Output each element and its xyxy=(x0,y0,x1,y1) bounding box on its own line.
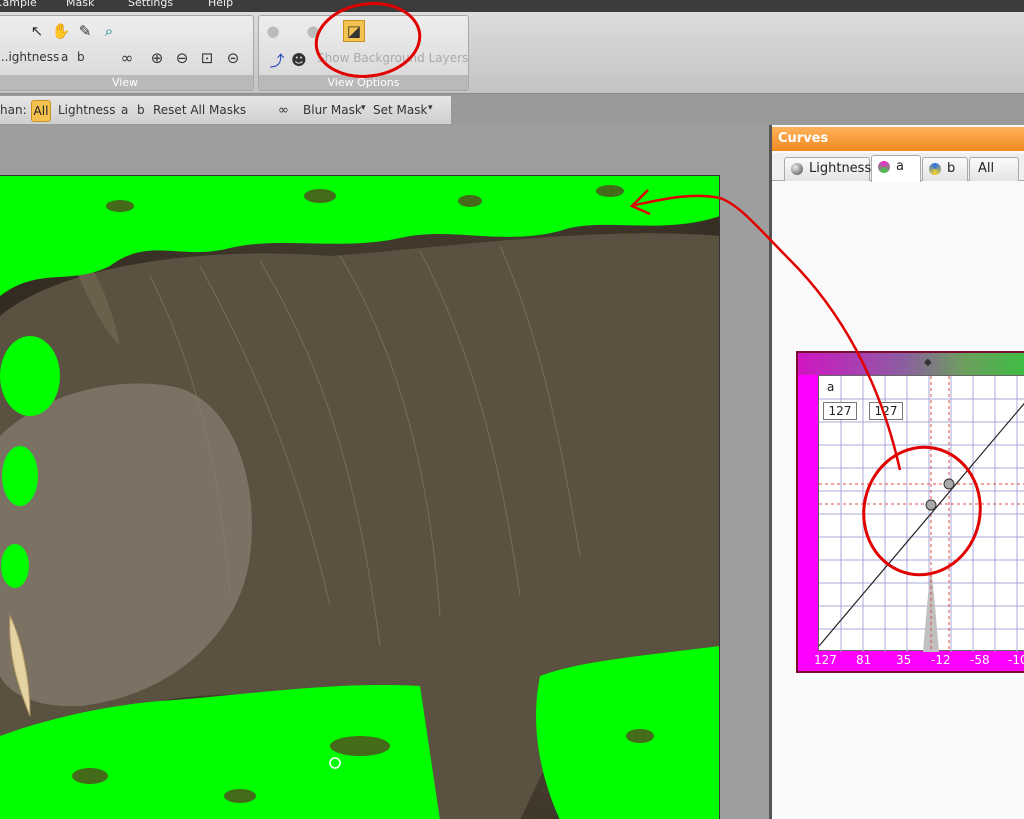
histogram xyxy=(923,566,939,652)
zoom-out-icon[interactable]: ⊖ xyxy=(172,48,192,68)
menu-item-help[interactable]: Help xyxy=(208,0,233,9)
channel-all-button[interactable]: All xyxy=(31,100,51,122)
show-background-layers-button[interactable]: Show Background Layers xyxy=(317,51,468,65)
circle-option-2-icon[interactable]: ● xyxy=(303,21,323,41)
curve-view-icon[interactable]: ◪ xyxy=(343,20,365,42)
eyedropper-icon[interactable]: ✎ xyxy=(75,21,95,41)
curves-widget[interactable]: ◆ a 127 127 127 81 35 -12 -58 -10 xyxy=(796,351,1024,673)
a-channel-icon xyxy=(878,161,890,173)
tab-lightness-label: Lightness xyxy=(809,161,872,176)
view-a-label[interactable]: a xyxy=(61,50,68,64)
mask-toolbar: han: All Lightness a b Reset All Masks ∞… xyxy=(0,95,452,125)
axis-tick: -58 xyxy=(970,653,990,667)
curves-panel: Curves Lightness a b All ◆ a 127 127 127… xyxy=(769,125,1024,819)
blur-mask-icon: ∞ xyxy=(278,103,289,118)
output-value-field[interactable]: 127 xyxy=(869,402,903,420)
channel-a-button[interactable]: a xyxy=(121,103,128,117)
curve-point-upper[interactable] xyxy=(943,478,955,490)
axis-tick: 35 xyxy=(896,653,912,667)
image-canvas[interactable] xyxy=(0,175,720,819)
menu-item-mask[interactable]: Mask xyxy=(66,0,94,9)
ribbon: ↖ ✋ ✎ ⌕ ...ightness a b ∞ ⊕ ⊖ ⊡ ⊝ View ●… xyxy=(0,12,1024,94)
hand-icon[interactable]: ✋ xyxy=(51,21,71,41)
menu-item-sample[interactable]: ...ample xyxy=(0,0,37,9)
reset-all-masks-button[interactable]: Reset All Masks xyxy=(153,103,246,117)
curve-line[interactable] xyxy=(819,386,1024,647)
axis-tick: 127 xyxy=(814,653,837,667)
menu-item-settings[interactable]: Settings xyxy=(128,0,173,9)
b-channel-icon xyxy=(929,163,941,175)
channel-gradient-bar xyxy=(798,353,1024,375)
curve-channel-label: a xyxy=(827,380,835,394)
view-b-label[interactable]: b xyxy=(77,50,85,64)
tab-a[interactable]: a xyxy=(871,155,921,182)
axis-tick: 81 xyxy=(856,653,872,667)
tab-all[interactable]: All xyxy=(969,157,1019,181)
set-mask-chevron-icon[interactable]: ▾ xyxy=(428,103,433,113)
channel-b-button[interactable]: b xyxy=(137,103,145,117)
axis-tick: -12 xyxy=(931,653,951,667)
undo-arrow-icon[interactable]: ⤴ xyxy=(267,50,287,70)
view-group: ↖ ✋ ✎ ⌕ ...ightness a b ∞ ⊕ ⊖ ⊡ ⊝ View xyxy=(0,15,254,91)
masked-photo xyxy=(0,176,719,819)
menu-bar: ...ample Mask Settings Help xyxy=(0,0,1024,12)
tab-all-label: All xyxy=(978,161,995,176)
axis-tick: -105 xyxy=(1008,653,1024,667)
tab-lightness[interactable]: Lightness xyxy=(784,157,872,181)
magnifier-icon[interactable]: ⌕ xyxy=(99,21,119,41)
circle-option-icon[interactable]: ● xyxy=(263,21,283,41)
view-lightness-label[interactable]: ...ightness xyxy=(0,50,59,64)
tab-b-label: b xyxy=(947,161,956,176)
blur-mask-dropdown[interactable]: Blur Mask xyxy=(303,103,362,117)
gradient-slider-icon[interactable]: ◆ xyxy=(924,357,932,368)
tab-b[interactable]: b xyxy=(922,157,968,181)
zoom-in-icon[interactable]: ⊕ xyxy=(147,48,167,68)
mask-toggle-icon[interactable]: ∞ xyxy=(117,48,137,68)
zoom-actual-icon[interactable]: ⊝ xyxy=(223,48,243,68)
input-value-field[interactable]: 127 xyxy=(823,402,857,420)
mask-icon[interactable]: ☻ xyxy=(289,50,309,70)
panel-title: Curves xyxy=(772,127,1024,151)
blur-mask-chevron-icon[interactable]: ▾ xyxy=(361,103,366,113)
view-options-group-label: View Options xyxy=(259,75,468,90)
zoom-fit-icon[interactable]: ⊡ xyxy=(197,48,217,68)
tab-a-label: a xyxy=(896,159,904,174)
channel-tabs: Lightness a b All xyxy=(772,153,1024,182)
channel-lightness-button[interactable]: Lightness xyxy=(58,103,115,117)
curve-point-lower[interactable] xyxy=(925,499,937,511)
view-group-label: View xyxy=(0,75,253,90)
view-options-group: ● ● ◪ ⤴ ☻ Show Background Layers View Op… xyxy=(258,15,469,91)
select-arrow-icon[interactable]: ↖ xyxy=(27,21,47,41)
set-mask-dropdown[interactable]: Set Mask xyxy=(373,103,427,117)
curve-grid[interactable]: a 127 127 xyxy=(818,375,1024,652)
lightness-icon xyxy=(791,163,803,175)
channel-label: han: xyxy=(0,103,27,117)
curve-axis-labels: 127 81 35 -12 -58 -105 xyxy=(798,653,1024,671)
